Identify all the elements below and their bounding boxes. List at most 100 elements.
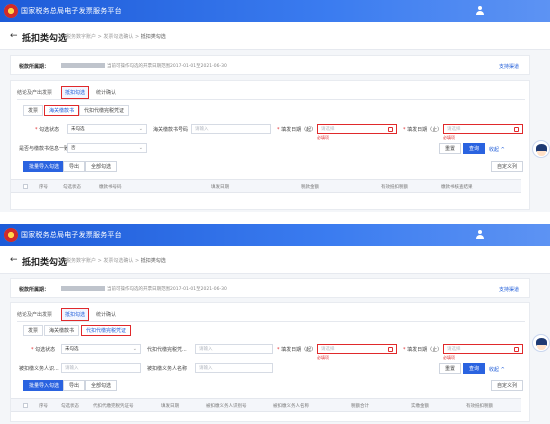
end-date-error: 必填项 bbox=[443, 135, 455, 140]
breadcrumb-item[interactable]: 税务数字账户 bbox=[66, 258, 96, 264]
chevron-down-icon: ⌄ bbox=[138, 145, 143, 151]
doc-input[interactable]: 请输入 bbox=[195, 344, 273, 354]
batch-import-button[interactable]: 批量导入勾选 bbox=[23, 161, 66, 172]
subtab-withholding[interactable]: 代扣代缴完税凭证 bbox=[81, 325, 132, 336]
doc-input[interactable]: 请输入 bbox=[191, 124, 271, 134]
screenshot-2: 国家税务总局电子发票服务平台 ← 抵扣类勾选 税务数字账户 > 发票勾选确认 >… bbox=[0, 224, 550, 424]
user-icon[interactable] bbox=[476, 230, 484, 239]
tab-deduct-select[interactable]: 抵扣勾选 bbox=[61, 86, 90, 99]
column-header: 有效抵扣税额 bbox=[381, 185, 408, 190]
tax-emblem-icon bbox=[4, 4, 18, 18]
table-header: 序号 勾选状态 代扣代缴完税凭证号 填发日期 被扣缴义务人识别号 被扣缴义务人名… bbox=[11, 398, 521, 412]
end-date-input[interactable]: 请选择 bbox=[443, 344, 523, 354]
screenshot-divider bbox=[0, 212, 550, 224]
end-date-input[interactable]: 请选择 bbox=[443, 124, 523, 134]
column-header: 缴款书号码 bbox=[99, 185, 122, 190]
select-all-button[interactable]: 全部勾选 bbox=[85, 380, 118, 391]
assistant-avatar-icon[interactable] bbox=[532, 334, 550, 352]
chevron-down-icon: ⌄ bbox=[138, 126, 143, 132]
start-date-input[interactable]: 请选择 bbox=[317, 344, 397, 354]
column-header: 税款金额 bbox=[301, 185, 319, 190]
period-label: 税款所属期： bbox=[19, 287, 50, 293]
breadcrumb-item: 抵扣类勾选 bbox=[140, 258, 166, 264]
header-title: 国家税务总局电子发票服务平台 bbox=[21, 7, 122, 15]
custom-columns-button[interactable]: 自定义列 bbox=[491, 380, 524, 391]
column-header: 填发日期 bbox=[161, 404, 179, 409]
column-header: 勾选状态 bbox=[63, 185, 81, 190]
header-checkbox[interactable] bbox=[23, 184, 28, 189]
collapse-toggle[interactable]: 收起 ^ bbox=[489, 366, 505, 373]
column-header: 有效抵扣税额 bbox=[466, 404, 493, 409]
back-arrow-icon[interactable]: ← bbox=[10, 255, 18, 265]
agent-name-label: 被扣缴义务人名称 bbox=[147, 366, 188, 372]
nav-row: ← 抵扣类勾选 税务数字账户 > 发票勾选确认 > 抵扣类勾选 bbox=[0, 246, 550, 274]
tab-divider bbox=[17, 99, 525, 100]
collapse-toggle[interactable]: 收起 ^ bbox=[489, 146, 505, 153]
agent-id-label: 被扣缴义务人识... bbox=[19, 366, 59, 372]
tab-stat-confirm[interactable]: 统计确认 bbox=[96, 89, 116, 96]
subtab-invoice[interactable]: 发票 bbox=[23, 105, 44, 116]
page-title: 抵扣类勾选 bbox=[22, 258, 68, 268]
breadcrumb: 税务数字账户 > 发票勾选确认 > 抵扣类勾选 bbox=[66, 34, 166, 40]
header-title: 国家税务总局电子发票服务平台 bbox=[21, 231, 122, 239]
period-info: 当前可操作勾选的开票日期范围2017-01-01至2021-06-30 bbox=[107, 64, 227, 69]
table-header: 序号 勾选状态 缴款书号码 填发日期 税款金额 有效抵扣税额 缴款书核查结果 bbox=[11, 179, 521, 193]
back-arrow-icon[interactable]: ← bbox=[10, 31, 18, 41]
consistent-label: 是否与缴款书信息一致 bbox=[19, 146, 70, 152]
column-header: 填发日期 bbox=[211, 185, 229, 190]
tab-deduct-select[interactable]: 抵扣勾选 bbox=[61, 308, 90, 321]
export-button[interactable]: 导出 bbox=[63, 161, 86, 172]
masked-value bbox=[61, 286, 105, 291]
nav-row: ← 抵扣类勾选 税务数字账户 > 发票勾选确认 > 抵扣类勾选 bbox=[0, 22, 550, 50]
end-date-label: * 填发日期（止） bbox=[403, 347, 443, 353]
batch-import-button[interactable]: 批量导入勾选 bbox=[23, 380, 66, 391]
breadcrumb-item[interactable]: 发票勾选确认 bbox=[103, 34, 133, 40]
period-label: 税款所属期： bbox=[19, 64, 50, 70]
agent-id-input[interactable]: 请输入 bbox=[61, 363, 141, 373]
support-link[interactable]: 支持渠道 bbox=[499, 286, 519, 293]
period-card: 税款所属期： 当前可操作勾选的开票日期范围2017-01-01至2021-06-… bbox=[10, 278, 530, 298]
custom-columns-button[interactable]: 自定义列 bbox=[491, 161, 524, 172]
reset-button[interactable]: 重置 bbox=[439, 363, 462, 374]
tab-stat-confirm[interactable]: 统计确认 bbox=[96, 311, 116, 318]
tab-prefix[interactable]: 结论及产出发票 bbox=[17, 89, 52, 96]
breadcrumb-item[interactable]: 税务数字账户 bbox=[66, 34, 96, 40]
support-link[interactable]: 支持渠道 bbox=[499, 63, 519, 70]
tax-emblem-icon bbox=[4, 228, 18, 242]
calendar-icon bbox=[514, 127, 519, 132]
subtab-customs[interactable]: 海关缴款书 bbox=[44, 325, 80, 336]
tab-divider bbox=[17, 321, 525, 322]
breadcrumb-item: 抵扣类勾选 bbox=[140, 34, 166, 40]
query-button[interactable]: 查询 bbox=[463, 143, 486, 154]
status-label: * 勾选状态 bbox=[31, 347, 56, 353]
breadcrumb: 税务数字账户 > 发票勾选确认 > 抵扣类勾选 bbox=[66, 258, 166, 264]
period-card: 税款所属期： 当前可操作勾选的开票日期范围2017-01-01至2021-06-… bbox=[10, 55, 530, 75]
agent-name-input[interactable]: 请输入 bbox=[195, 363, 273, 373]
breadcrumb-item[interactable]: 发票勾选确认 bbox=[103, 258, 133, 264]
page-title: 抵扣类勾选 bbox=[22, 34, 68, 44]
status-select[interactable]: 未勾选 ⌄ bbox=[61, 344, 141, 354]
column-header: 勾选状态 bbox=[61, 404, 79, 409]
subtab-withholding[interactable]: 代扣代缴完税凭证 bbox=[79, 105, 130, 116]
start-date-input[interactable]: 请选择 bbox=[317, 124, 397, 134]
consistent-select[interactable]: 否 ⌄ bbox=[67, 143, 147, 153]
user-icon[interactable] bbox=[476, 6, 484, 15]
period-info: 当前可操作勾选的开票日期范围2017-01-01至2021-06-30 bbox=[107, 287, 227, 292]
status-select[interactable]: 未勾选 ⌄ bbox=[67, 124, 147, 134]
header-checkbox[interactable] bbox=[23, 403, 28, 408]
start-date-error: 必填项 bbox=[317, 135, 329, 140]
assistant-avatar-icon[interactable] bbox=[532, 140, 550, 158]
chevron-down-icon: ⌄ bbox=[132, 346, 137, 352]
subtab-invoice[interactable]: 发票 bbox=[23, 325, 44, 336]
start-date-error: 必填项 bbox=[317, 355, 329, 360]
query-button[interactable]: 查询 bbox=[463, 363, 486, 374]
tab-prefix[interactable]: 结论及产出发票 bbox=[17, 311, 52, 318]
main-card: 结论及产出发票 抵扣勾选 统计确认 发票 海关缴款书 代扣代缴完税凭证 * 勾选… bbox=[10, 80, 530, 210]
subtab-customs[interactable]: 海关缴款书 bbox=[44, 105, 80, 116]
header-bar: 国家税务总局电子发票服务平台 bbox=[0, 0, 550, 22]
column-header: 序号 bbox=[39, 185, 48, 190]
select-all-button[interactable]: 全部勾选 bbox=[85, 161, 118, 172]
export-button[interactable]: 导出 bbox=[63, 380, 86, 391]
calendar-icon bbox=[388, 127, 393, 132]
reset-button[interactable]: 重置 bbox=[439, 143, 462, 154]
